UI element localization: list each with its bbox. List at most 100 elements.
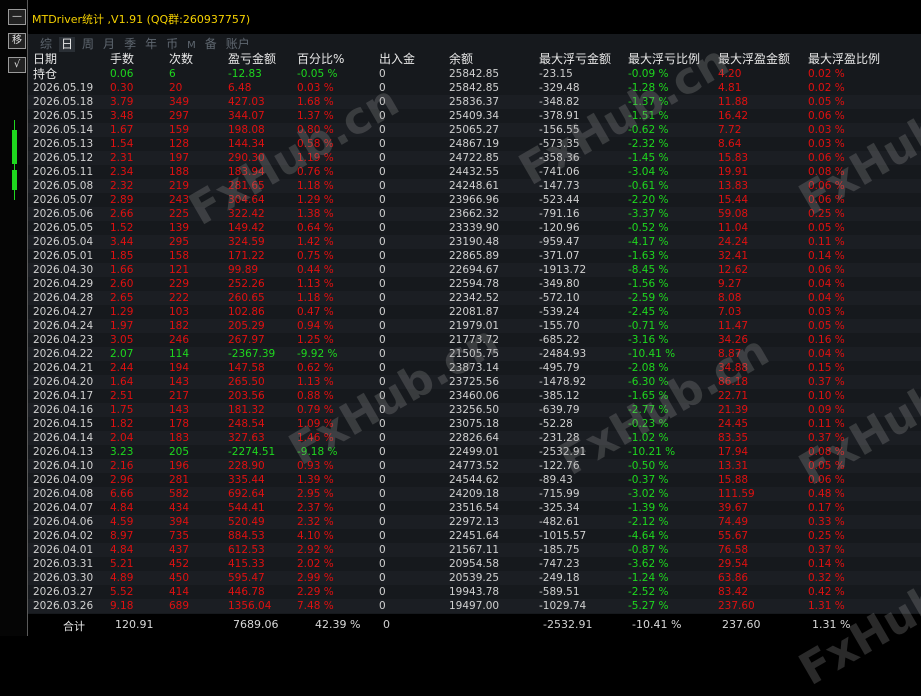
table-row[interactable]: 2026.04.01 4.84 437 612.53 2.92 % 0 21567.11 -1… xyxy=(28,543,921,557)
table-row[interactable]: 2026.04.23 3.05 246 267.97 1.25 % 0 21773.72 -6… xyxy=(28,333,921,347)
table-cell: 2026.03.31 xyxy=(33,558,94,570)
table-row[interactable]: 2026.05.13 1.54 128 144.34 0.58 % 0 24867.19 -5… xyxy=(28,137,921,151)
table-row[interactable]: 2026.05.08 2.32 219 281.65 1.18 % 0 24248.61 -1… xyxy=(28,179,921,193)
table-cell: -959.47 xyxy=(539,235,628,249)
table-row[interactable]: 2026.04.08 6.66 582 692.64 2.95 % 0 24209.18 -7… xyxy=(28,487,921,501)
table-cell: 3.44 xyxy=(110,235,169,249)
table-cell: 2.29 % xyxy=(297,586,334,598)
table-cell: 2.96 xyxy=(110,474,134,486)
table-cell: 2.95 % xyxy=(297,487,379,501)
table-cell: 225 xyxy=(169,207,228,221)
table-row[interactable]: 2026.05.07 2.89 243 304.64 1.29 % 0 23966.96 -5… xyxy=(28,193,921,207)
table-row[interactable]: 2026.04.21 2.44 194 147.58 0.62 % 0 23873.14 -4… xyxy=(28,361,921,375)
table-row[interactable]: 2026.04.16 1.75 143 181.32 0.79 % 0 23256.50 -6… xyxy=(28,403,921,417)
table-row[interactable]: 2026.03.26 9.18 689 1356.04 7.48 % 0 19497.00-… xyxy=(28,599,921,613)
minimize-button[interactable]: — xyxy=(8,9,26,25)
table-cell: 267.97 xyxy=(228,334,265,346)
table-row[interactable]: 2026.04.20 1.64 143 265.50 1.13 % 0 23725.56 -1… xyxy=(28,375,921,389)
table-cell: -1.51 % xyxy=(628,110,669,122)
column-header[interactable]: 手数 xyxy=(110,52,169,67)
table-cell: 0 xyxy=(379,123,449,137)
tab-3[interactable]: 月 xyxy=(101,37,117,52)
table-row[interactable]: 2026.04.24 1.97 182 205.29 0.94 % 0 21979.01 -1… xyxy=(28,319,921,333)
table-row[interactable]: 2026.04.28 2.65 222 260.65 1.18 % 0 22342.52 -5… xyxy=(28,291,921,305)
table-cell: -378.91 xyxy=(539,110,580,122)
table-cell: -2.52 % xyxy=(628,586,669,598)
table-row[interactable]: 2026.05.01 1.85 158 171.22 0.75 % 0 22865.89 -3… xyxy=(28,249,921,263)
table-cell: 2026.05.18 xyxy=(28,95,110,109)
table-row[interactable]: 2026.04.06 4.59 394 520.49 2.32 % 0 22972.13 -4… xyxy=(28,515,921,529)
tab-8[interactable]: 备 xyxy=(203,37,219,52)
tab-1[interactable]: 日 xyxy=(59,37,76,52)
table-row[interactable]: 2026.04.30 1.66 121 99.89 0.44 % 0 22694.67 -19… xyxy=(28,263,921,277)
table-cell: 0 xyxy=(379,586,386,598)
column-header[interactable]: 最大浮亏金额 xyxy=(539,52,628,67)
table-cell: 9.18 xyxy=(110,599,169,613)
table-row[interactable]: 2026.05.11 2.34 188 183.94 0.76 % 0 24432.55 -7… xyxy=(28,165,921,179)
table-row[interactable]: 2026.05.06 2.66 225 322.42 1.38 % 0 23662.32 -7… xyxy=(28,207,921,221)
table-cell: 149.42 xyxy=(228,222,265,234)
table-row[interactable]: 2026.04.10 2.16 196 228.90 0.93 % 0 24773.52 -1… xyxy=(28,459,921,473)
table-row[interactable]: 2026.04.22 2.07 114 -2367.39 -9.92 % 0 21505.7… xyxy=(28,347,921,361)
table-row[interactable]: 2026.03.27 5.52 414 446.78 2.29 % 0 19943.78 -5… xyxy=(28,585,921,599)
table-row[interactable]: 2026.05.04 3.44 295 324.59 1.42 % 0 23190.48 -9… xyxy=(28,235,921,249)
column-header[interactable]: 次数 xyxy=(169,52,228,67)
table-row[interactable]: 2026.04.14 2.04 183 327.63 1.46 % 0 22826.64 -2… xyxy=(28,431,921,445)
table-row[interactable]: 2026.05.15 3.48 297 344.07 1.37 % 0 25409.34 -3… xyxy=(28,109,921,123)
table-row[interactable]: 2026.05.19 0.30 20 6.48 0.03 % 0 25842.85 -329.… xyxy=(28,81,921,95)
tab-4[interactable]: 季 xyxy=(122,37,138,52)
table-cell: 437 xyxy=(169,543,228,557)
table-cell: 0 xyxy=(379,235,449,249)
table-row[interactable]: 2026.05.12 2.31 197 290.30 1.19 % 0 24722.85 -3… xyxy=(28,151,921,165)
table-cell: 159 xyxy=(169,123,228,137)
tab-9[interactable]: 账户 xyxy=(224,37,252,52)
tab-5[interactable]: 年 xyxy=(143,37,159,52)
table-cell: -2532.91 xyxy=(539,446,587,458)
table-row[interactable]: 2026.05.18 3.79 349 427.03 1.68 % 0 25836.37 -3… xyxy=(28,95,921,109)
table-row[interactable]: 2026.04.07 4.84 434 544.41 2.37 % 0 23516.54 -3… xyxy=(28,501,921,515)
column-header[interactable]: 日期 xyxy=(28,52,110,67)
table-cell: -4.17 % xyxy=(628,235,718,249)
table-cell: 11.88 xyxy=(718,95,808,109)
table-cell: 1.68 % xyxy=(297,95,379,109)
tab-2[interactable]: 周 xyxy=(80,37,96,52)
tab-7[interactable]: M xyxy=(185,38,198,53)
table-cell: 143 xyxy=(169,403,228,417)
move-button[interactable]: 移 xyxy=(8,33,26,49)
table-cell: 25842.85 xyxy=(449,82,500,94)
table-cell: 181.32 xyxy=(228,403,297,417)
table-cell: 183.94 xyxy=(228,166,265,178)
column-header[interactable]: 百分比% xyxy=(297,52,379,67)
table-row[interactable]: 2026.05.05 1.52 139 149.42 0.64 % 0 23339.90 -1… xyxy=(28,221,921,235)
column-header[interactable]: 最大浮盈比例 xyxy=(808,52,921,67)
table-row[interactable]: 2026.03.30 4.89 450 595.47 2.99 % 0 20539.25 -2… xyxy=(28,571,921,585)
table-cell: 414 xyxy=(169,586,190,598)
table-row[interactable]: 2026.04.13 3.23 205 -2274.51 -9.18 % 0 22499.0… xyxy=(28,445,921,459)
tab-6[interactable]: 币 xyxy=(164,37,180,52)
table-cell: 582 xyxy=(169,487,228,501)
table-row[interactable]: 2026.04.09 2.96 281 335.44 1.39 % 0 24544.62 -8… xyxy=(28,473,921,487)
table-cell: 304.64 xyxy=(228,194,265,206)
check-button[interactable]: √ xyxy=(8,57,26,73)
table-row[interactable]: 2026.04.27 1.29 103 102.86 0.47 % 0 22081.87 -5… xyxy=(28,305,921,319)
column-header[interactable]: 最大浮亏比例 xyxy=(628,52,718,67)
column-header[interactable]: 余额 xyxy=(449,52,539,67)
title-bar[interactable]: MTDriver统计 ,V1.91 (QQ群:260937757) xyxy=(28,0,921,34)
column-header[interactable]: 盈亏金额 xyxy=(228,52,297,67)
table-cell: -3.02 % xyxy=(628,487,718,501)
table-cell: 24432.55 xyxy=(449,166,500,178)
table-row[interactable]: 2026.04.15 1.82 178 248.54 1.09 % 0 23075.18 -5… xyxy=(28,417,921,431)
table-row[interactable]: 2026.04.29 2.60 229 252.26 1.13 % 0 22594.78 -3… xyxy=(28,277,921,291)
table-row[interactable]: 2026.04.17 2.51 217 203.56 0.88 % 0 23460.06 -3… xyxy=(28,389,921,403)
table-cell: 2026.04.08 xyxy=(28,487,110,501)
table-cell: 0 xyxy=(379,502,386,514)
table-row[interactable]: 2026.03.31 5.21 452 415.33 2.02 % 0 20954.58 -7… xyxy=(28,557,921,571)
tab-0[interactable]: 综 xyxy=(38,37,54,52)
table-row[interactable]: 2026.04.02 8.97 735 884.53 4.10 % 0 22451.64 -1… xyxy=(28,529,921,543)
table-cell: 21979.01 xyxy=(449,319,539,333)
holding-cell: 持仓 xyxy=(28,67,110,81)
holding-cell: 0.06 xyxy=(110,67,169,81)
column-header[interactable]: 最大浮盈金额 xyxy=(718,52,808,67)
table-row[interactable]: 2026.05.14 1.67 159 198.08 0.80 % 0 25065.27 -1… xyxy=(28,123,921,137)
column-header[interactable]: 出入金 xyxy=(379,52,449,67)
